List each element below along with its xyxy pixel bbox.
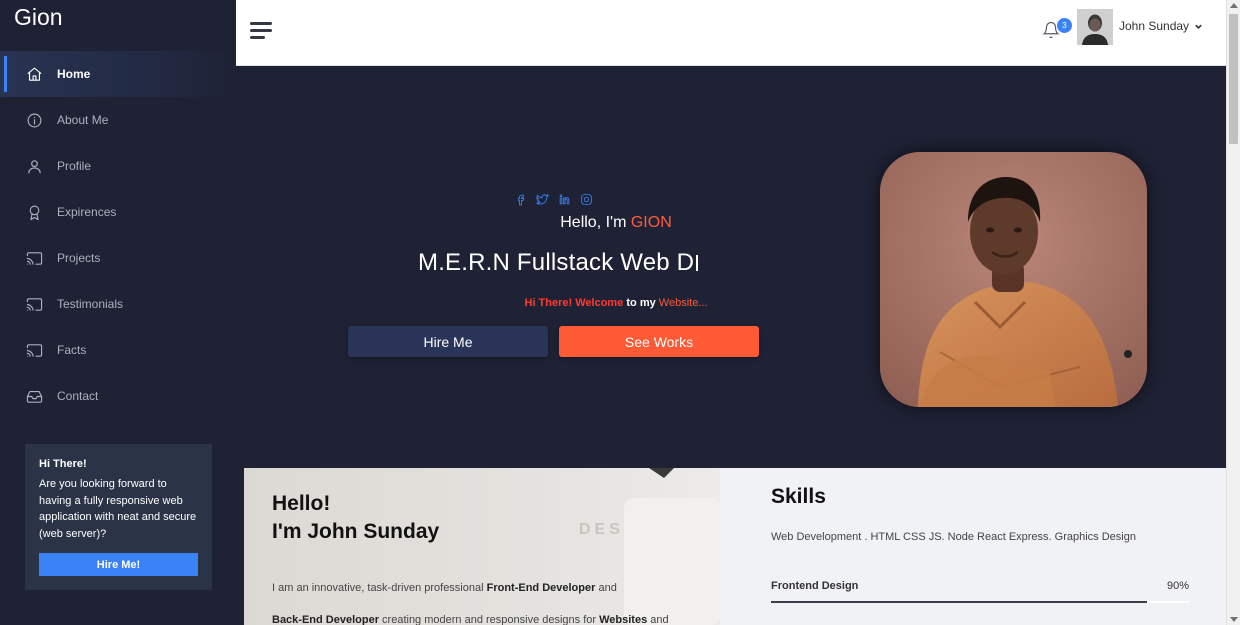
user-name: John Sunday bbox=[1119, 19, 1190, 33]
svg-text:DES: DES bbox=[579, 521, 624, 538]
sidebar-item-home[interactable]: Home bbox=[0, 51, 236, 97]
sidebar-item-label: Contact bbox=[57, 389, 99, 403]
hero-greeting: Hello, I'm GION bbox=[416, 214, 816, 232]
sidebar-item-profile[interactable]: Profile bbox=[0, 143, 236, 189]
facebook-icon[interactable] bbox=[513, 192, 527, 206]
skills-subtitle: Web Development . HTML CSS JS. Node Reac… bbox=[771, 531, 1136, 543]
skills-title: Skills bbox=[771, 485, 826, 508]
welcome-text: Hi There! Welcome to my Website... bbox=[416, 297, 816, 309]
sidebar-nav: Home About Me Profile Expirences Project… bbox=[0, 51, 236, 419]
about-text: I am an innovative, task-driven professi… bbox=[272, 572, 702, 625]
profile-portrait bbox=[880, 152, 1147, 407]
hire-me-button[interactable]: Hire Me bbox=[348, 326, 548, 357]
app-root: Gion Home About Me Profile Expirences Pr… bbox=[0, 0, 1240, 625]
promo-card: Hi There! Are you looking forward to hav… bbox=[25, 444, 212, 590]
sidebar-item-label: Profile bbox=[57, 159, 92, 173]
about-text-part: and bbox=[595, 582, 617, 594]
info-icon bbox=[26, 112, 43, 129]
sidebar-item-facts[interactable]: Facts bbox=[0, 327, 236, 373]
sidebar-item-label: Home bbox=[57, 67, 91, 81]
skill-name: Frontend Design bbox=[771, 580, 859, 592]
hero-section: Hello, I'm GION M.E.R.N Fullstack Web D … bbox=[236, 66, 1226, 468]
social-links bbox=[513, 192, 593, 206]
welcome-to: to my bbox=[623, 297, 659, 309]
greeting-prefix: Hello, I'm bbox=[560, 214, 631, 231]
welcome-red: Hi There! Welcome bbox=[524, 297, 624, 309]
about-title-line2: I'm John Sunday bbox=[272, 520, 440, 543]
brand-logo[interactable]: Gion bbox=[14, 4, 63, 31]
award-icon bbox=[26, 204, 43, 221]
scroll-up-arrow-icon[interactable] bbox=[1230, 3, 1238, 8]
cast-icon bbox=[26, 342, 43, 359]
sidebar: Gion Home About Me Profile Expirences Pr… bbox=[0, 0, 236, 625]
promo-hire-button[interactable]: Hire Me! bbox=[39, 553, 198, 576]
see-works-button[interactable]: See Works bbox=[559, 326, 759, 357]
about-text-bold: Back-End Developer bbox=[272, 614, 379, 625]
about-title: Hello! I'm John Sunday bbox=[272, 490, 439, 546]
sidebar-item-testimonials[interactable]: Testimonials bbox=[0, 281, 236, 327]
user-icon bbox=[26, 158, 43, 175]
inbox-icon bbox=[26, 388, 43, 405]
sidebar-item-label: Testimonials bbox=[57, 297, 124, 311]
home-icon bbox=[26, 66, 43, 83]
topbar: 3 John Sunday bbox=[236, 0, 1226, 66]
sidebar-item-label: Facts bbox=[57, 343, 87, 357]
typed-text: M.E.R.N Fullstack Web D bbox=[418, 249, 695, 276]
sidebar-item-about[interactable]: About Me bbox=[0, 97, 236, 143]
about-title-line1: Hello! bbox=[272, 492, 331, 515]
cast-icon bbox=[26, 296, 43, 313]
about-text-bold: Websites bbox=[599, 614, 648, 625]
sidebar-item-label: Expirences bbox=[57, 205, 117, 219]
scroll-thumb[interactable] bbox=[1229, 14, 1238, 144]
sidebar-item-projects[interactable]: Projects bbox=[0, 235, 236, 281]
skills-section: Skills Web Development . HTML CSS JS. No… bbox=[720, 468, 1226, 625]
sidebar-item-label: About Me bbox=[57, 113, 109, 127]
notification-badge: 3 bbox=[1056, 17, 1073, 34]
promo-title: Hi There! bbox=[39, 458, 87, 470]
avatar[interactable] bbox=[1077, 9, 1113, 45]
about-text-bold: Front-End Developer bbox=[486, 582, 596, 594]
skill-percent: 90% bbox=[1167, 580, 1190, 592]
promo-text: Are you looking forward to having a full… bbox=[39, 478, 197, 540]
linkedin-icon[interactable] bbox=[557, 192, 571, 206]
skill-progress-track bbox=[771, 601, 1189, 603]
cast-icon bbox=[26, 250, 43, 267]
instagram-icon[interactable] bbox=[579, 192, 593, 206]
skill-progress-fill bbox=[771, 601, 1148, 603]
typing-cursor bbox=[696, 255, 698, 271]
about-text-part: creating modern and responsive designs f… bbox=[378, 614, 600, 625]
welcome-site: Website... bbox=[658, 297, 708, 309]
greeting-name: GION bbox=[630, 214, 672, 231]
scroll-down-arrow-icon[interactable] bbox=[1230, 617, 1238, 622]
twitter-icon[interactable] bbox=[535, 192, 549, 206]
page-scrollbar[interactable] bbox=[1226, 0, 1240, 625]
sidebar-item-experiences[interactable]: Expirences bbox=[0, 189, 236, 235]
about-text-part: I am an innovative, task-driven professi… bbox=[272, 582, 487, 594]
chevron-down-icon bbox=[1195, 24, 1202, 29]
typed-headline: M.E.R.N Fullstack Web D bbox=[418, 249, 698, 277]
sidebar-item-label: Projects bbox=[57, 251, 101, 265]
about-text-part: and bbox=[647, 614, 669, 625]
user-menu[interactable]: John Sunday bbox=[1119, 19, 1203, 33]
hamburger-menu-icon[interactable] bbox=[250, 22, 272, 40]
sidebar-item-contact[interactable]: Contact bbox=[0, 373, 236, 419]
about-section: DES Hello! I'm John Sunday I am an innov… bbox=[244, 468, 720, 625]
